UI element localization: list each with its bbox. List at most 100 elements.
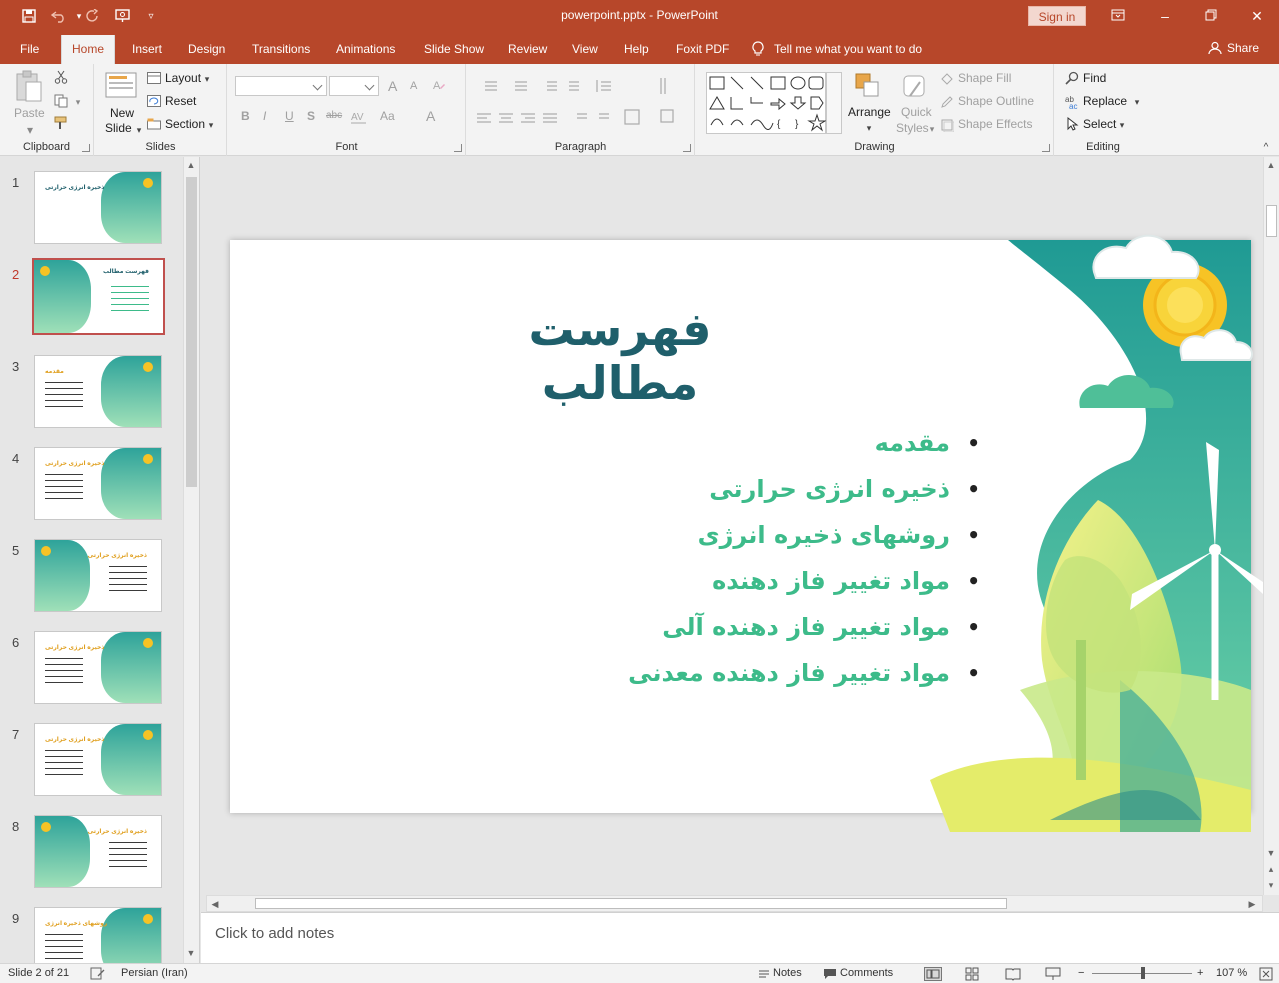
previous-slide-icon[interactable]: ▴ bbox=[1265, 863, 1277, 875]
thumbnails-scroll-thumb[interactable] bbox=[186, 177, 197, 487]
close-icon[interactable]: ✕ bbox=[1242, 6, 1272, 26]
sign-in-button[interactable]: Sign in bbox=[1028, 6, 1086, 26]
slide-title[interactable]: فهرست مطالب bbox=[470, 302, 770, 410]
thumbnails-scrollbar[interactable]: ▲ ▼ bbox=[183, 157, 199, 963]
slide-vertical-scrollbar[interactable]: ▲ ▼ ▴ ▾ bbox=[1263, 157, 1279, 895]
tab-foxit-pdf[interactable]: Foxit PDF bbox=[676, 42, 729, 56]
format-painter-icon[interactable] bbox=[54, 116, 70, 130]
normal-view-icon[interactable] bbox=[924, 967, 942, 981]
quick-styles-label[interactable]: Quick bbox=[901, 105, 932, 119]
paste-label[interactable]: Paste bbox=[14, 106, 45, 120]
tab-slide-show[interactable]: Slide Show bbox=[424, 42, 484, 56]
cut-icon[interactable] bbox=[54, 70, 68, 84]
slide-thumbnail[interactable]: ذخیره انرژی حرارتی bbox=[34, 815, 162, 888]
select-dropdown-icon[interactable]: ▾ bbox=[1114, 117, 1130, 133]
minimize-icon[interactable]: – bbox=[1150, 6, 1180, 26]
language-indicator[interactable]: Persian (Iran) bbox=[121, 967, 188, 979]
collapse-ribbon-icon[interactable]: ^ bbox=[1258, 140, 1274, 156]
find-button[interactable]: Find bbox=[1083, 71, 1106, 85]
clipboard-launcher-icon[interactable] bbox=[82, 144, 90, 152]
slide-thumbnail[interactable]: ذخیره انرژی حرارتی bbox=[34, 631, 162, 704]
font-launcher-icon[interactable] bbox=[454, 144, 462, 152]
fit-to-window-icon[interactable] bbox=[1259, 967, 1273, 981]
arrange-button[interactable]: Arrange bbox=[848, 105, 891, 119]
tab-transitions[interactable]: Transitions bbox=[252, 42, 310, 56]
reading-view-icon[interactable] bbox=[1005, 967, 1021, 981]
tab-animations[interactable]: Animations bbox=[336, 42, 395, 56]
layout-button[interactable]: Layout bbox=[165, 71, 201, 85]
bullet-item[interactable]: مواد تغییر فاز دهنده آلی bbox=[650, 604, 980, 650]
scroll-right-icon[interactable]: ▶ bbox=[1246, 898, 1258, 910]
slide-sorter-icon[interactable] bbox=[965, 967, 979, 981]
new-slide-label[interactable]: New bbox=[110, 106, 134, 120]
slide-thumbnail[interactable]: ذخیره انرژی حرارتی bbox=[34, 447, 162, 520]
scroll-up-icon[interactable]: ▲ bbox=[1265, 159, 1277, 171]
character-spacing-icon[interactable]: AV bbox=[350, 110, 372, 124]
tab-review[interactable]: Review bbox=[508, 42, 547, 56]
drawing-launcher-icon[interactable] bbox=[1042, 144, 1050, 152]
horizontal-scroll-thumb[interactable] bbox=[255, 898, 1007, 909]
increase-font-size-button[interactable]: A bbox=[388, 78, 397, 94]
slide-thumbnail[interactable]: ذخیره انرژی حرارتی bbox=[34, 171, 162, 244]
scroll-down-icon[interactable]: ▼ bbox=[185, 947, 197, 959]
paste-dropdown-icon[interactable]: ▾ bbox=[22, 122, 38, 138]
slide-horizontal-scrollbar[interactable]: ◀ ▶ bbox=[206, 895, 1263, 912]
font-size-combo[interactable] bbox=[329, 76, 379, 96]
zoom-level[interactable]: 107 % bbox=[1216, 967, 1247, 979]
clear-formatting-icon[interactable]: A bbox=[432, 78, 446, 92]
layout-dropdown-icon[interactable]: ▾ bbox=[199, 71, 215, 87]
zoom-out-icon[interactable]: − bbox=[1078, 967, 1084, 979]
quick-styles-dropdown-icon[interactable]: ▾ bbox=[924, 121, 940, 137]
scroll-up-icon[interactable]: ▲ bbox=[185, 159, 197, 171]
copy-dropdown-icon[interactable]: ▾ bbox=[70, 94, 86, 110]
strikethrough-button[interactable]: abc bbox=[326, 110, 342, 121]
tell-me-search[interactable]: Tell me what you want to do bbox=[752, 41, 922, 57]
shape-fill-button[interactable]: Shape Fill bbox=[958, 71, 1011, 85]
replace-dropdown-icon[interactable]: ▾ bbox=[1129, 94, 1145, 110]
reset-button[interactable]: Reset bbox=[165, 94, 196, 108]
new-slide-dropdown-icon[interactable]: ▾ bbox=[131, 122, 147, 138]
tab-home[interactable]: Home bbox=[61, 35, 116, 64]
bullet-item[interactable]: روشهای ذخیره انرژی bbox=[650, 512, 980, 558]
arrange-icon[interactable] bbox=[854, 72, 882, 100]
change-case-button[interactable]: Aa bbox=[380, 109, 395, 123]
slideshow-view-icon[interactable] bbox=[1045, 967, 1061, 981]
section-dropdown-icon[interactable]: ▾ bbox=[203, 117, 219, 133]
shapes-gallery[interactable]: {} bbox=[706, 72, 827, 134]
slide-bullet-list[interactable]: مقدمه ذخیره انرژی حرارتی روشهای ذخیره ان… bbox=[628, 420, 980, 696]
bullet-item[interactable]: مواد تغییر فاز دهنده معدنی bbox=[628, 650, 980, 696]
paragraph-launcher-icon[interactable] bbox=[683, 144, 691, 152]
paste-icon[interactable] bbox=[14, 70, 44, 104]
slide-thumbnail[interactable]: مقدمه bbox=[34, 355, 162, 428]
slide-thumbnail[interactable]: ذخیره انرژی حرارتی bbox=[34, 539, 162, 612]
text-shadow-button[interactable]: S bbox=[307, 109, 315, 123]
decrease-font-size-button[interactable]: A bbox=[410, 80, 417, 92]
section-button[interactable]: Section bbox=[165, 117, 205, 131]
select-button[interactable]: Select bbox=[1083, 117, 1116, 131]
tab-insert[interactable]: Insert bbox=[132, 42, 162, 56]
new-slide-icon[interactable] bbox=[105, 70, 139, 100]
scroll-down-icon[interactable]: ▼ bbox=[1265, 847, 1277, 859]
zoom-slider-thumb[interactable] bbox=[1141, 967, 1145, 979]
replace-button[interactable]: Replace bbox=[1083, 94, 1127, 108]
bold-button[interactable]: B bbox=[241, 109, 250, 123]
notes-pane[interactable]: Click to add notes bbox=[201, 912, 1279, 963]
shape-effects-button[interactable]: Shape Effects bbox=[958, 117, 1033, 131]
slide-thumbnail[interactable]: ذخیره انرژی حرارتی bbox=[34, 723, 162, 796]
copy-icon[interactable] bbox=[54, 94, 70, 108]
slide-canvas[interactable]: فهرست مطالب مقدمه ذخیره انرژی حرارتی روش… bbox=[230, 234, 1279, 832]
next-slide-icon[interactable]: ▾ bbox=[1265, 879, 1277, 891]
new-slide-label-2[interactable]: Slide bbox=[105, 121, 132, 135]
scroll-left-icon[interactable]: ◀ bbox=[209, 898, 221, 910]
slide-thumbnail[interactable]: فهرست مطالب bbox=[32, 258, 165, 335]
quick-styles-icon[interactable] bbox=[900, 72, 930, 102]
underline-button[interactable]: U bbox=[285, 109, 294, 123]
share-button[interactable]: Share bbox=[1208, 41, 1259, 55]
paragraph-controls-icon[interactable] bbox=[475, 76, 675, 136]
font-name-combo[interactable] bbox=[235, 76, 327, 96]
tab-file[interactable]: File bbox=[20, 42, 39, 56]
comments-toggle[interactable]: Comments bbox=[840, 967, 893, 979]
notes-placeholder[interactable]: Click to add notes bbox=[215, 925, 334, 942]
ribbon-display-options-icon[interactable] bbox=[1103, 6, 1133, 26]
font-color-button[interactable]: A bbox=[426, 108, 435, 124]
